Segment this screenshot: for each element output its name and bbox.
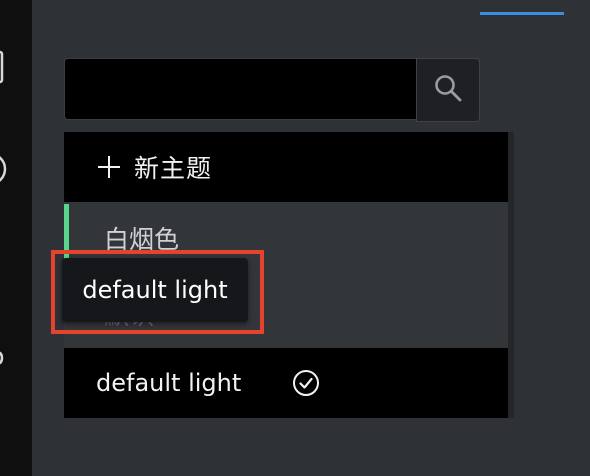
list-scrollbar[interactable] xyxy=(508,132,514,418)
highlight-annotation xyxy=(51,250,264,334)
file-icon[interactable] xyxy=(0,50,10,84)
plus-icon xyxy=(98,156,120,178)
new-theme-label: 新主题 xyxy=(134,154,213,183)
search-button[interactable] xyxy=(416,58,480,122)
app-root: 新主题 白烟色 默认 default light default light xyxy=(0,0,590,476)
activity-bar xyxy=(0,0,32,476)
search-input[interactable] xyxy=(65,59,416,119)
puzzle-icon[interactable] xyxy=(0,342,10,376)
active-tab-indicator xyxy=(480,12,564,15)
circle-icon[interactable] xyxy=(0,152,10,186)
theme-item-default-light[interactable]: default light xyxy=(64,348,508,418)
check-circle-icon xyxy=(292,369,320,397)
theme-item-label: default light xyxy=(96,369,242,397)
new-theme-button[interactable]: 新主题 xyxy=(64,132,508,202)
search-field[interactable] xyxy=(64,58,416,120)
search-icon xyxy=(433,73,463,107)
link-icon[interactable] xyxy=(0,440,10,474)
image-icon[interactable] xyxy=(0,250,10,284)
